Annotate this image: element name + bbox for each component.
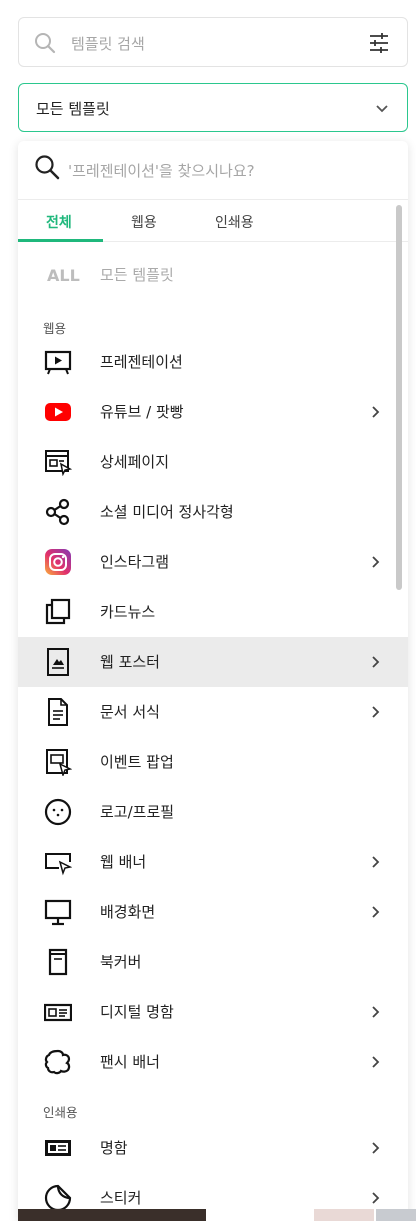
category-item-book-cover[interactable]: 북커버	[18, 937, 408, 987]
category-item-social-square[interactable]: 소셜 미디어 정사각형	[18, 487, 408, 537]
category-dropdown-panel: '프레젠테이션'을 찾으시나요? 전체 웹용 인쇄용 ALL 모든 템플릿 웹용…	[18, 141, 408, 1221]
tab-web[interactable]: 웹용	[131, 212, 157, 232]
tab-print[interactable]: 인쇄용	[215, 212, 254, 232]
chevron-right-icon	[372, 1006, 380, 1018]
panel-search-input[interactable]: '프레젠테이션'을 찾으시나요?	[68, 160, 255, 181]
digital-card-icon	[44, 1003, 72, 1022]
tab-all[interactable]: 전체	[46, 212, 72, 232]
category-label: 디지털 명함	[100, 1003, 174, 1021]
select-value: 모든 템플릿	[36, 100, 110, 118]
fancy-banner-icon	[44, 1049, 71, 1075]
template-category-select[interactable]: 모든 템플릿	[18, 83, 408, 132]
section-label-web: 웹용	[43, 321, 67, 336]
category-label: 유튜브 / 팟빵	[100, 403, 184, 421]
all-templates-item[interactable]: ALL 모든 템플릿	[18, 257, 408, 293]
category-label: 배경화면	[100, 903, 156, 921]
template-search-bar[interactable]: 템플릿 검색	[18, 17, 408, 67]
presentation-icon	[44, 350, 72, 375]
business-card-icon	[45, 1140, 71, 1156]
chevron-right-icon	[372, 406, 380, 418]
popup-icon	[46, 749, 72, 776]
template-thumbnail[interactable]	[18, 1209, 206, 1221]
category-item-logo-profile[interactable]: 로고/프로필	[18, 787, 408, 837]
category-item-digital-card[interactable]: 디지털 명함	[18, 987, 408, 1037]
chevron-right-icon	[372, 1192, 380, 1204]
detail-page-icon	[45, 450, 72, 476]
category-label: 이벤트 팝업	[100, 753, 174, 771]
document-icon	[48, 698, 68, 726]
template-search-input[interactable]: 템플릿 검색	[71, 33, 145, 54]
category-label: 프레젠테이션	[100, 353, 183, 371]
web-category-list: 프레젠테이션 유튜브 / 팟빵 상세페이지 소셜 미디어 정사각형 인스타그램 …	[18, 337, 408, 1087]
chevron-right-icon	[372, 906, 380, 918]
poster-icon	[47, 648, 69, 676]
chevron-right-icon	[372, 1142, 380, 1154]
all-badge: ALL	[47, 266, 80, 285]
category-label: 상세페이지	[100, 453, 170, 471]
search-icon	[35, 155, 60, 180]
category-item-document[interactable]: 문서 서식	[18, 687, 408, 737]
filter-sliders-icon[interactable]	[368, 32, 390, 54]
chevron-right-icon	[372, 706, 380, 718]
category-item-detail-page[interactable]: 상세페이지	[18, 437, 408, 487]
print-category-list: 명함 스티커	[18, 1123, 408, 1221]
chevron-down-icon	[376, 105, 388, 113]
category-item-youtube[interactable]: 유튜브 / 팟빵	[18, 387, 408, 437]
youtube-icon	[45, 403, 71, 421]
category-item-card-news[interactable]: 카드뉴스	[18, 587, 408, 637]
instagram-icon	[45, 549, 71, 575]
category-item-wallpaper[interactable]: 배경화면	[18, 887, 408, 937]
category-item-event-popup[interactable]: 이벤트 팝업	[18, 737, 408, 787]
chevron-right-icon	[372, 856, 380, 868]
active-tab-indicator	[18, 239, 103, 242]
web-banner-icon	[45, 853, 72, 876]
share-icon	[45, 498, 70, 526]
chevron-right-icon	[372, 1056, 380, 1068]
card-news-icon	[45, 598, 71, 625]
category-label: 소셜 미디어 정사각형	[100, 503, 234, 521]
panel-search[interactable]: '프레젠테이션'을 찾으시나요?	[18, 141, 408, 199]
category-label: 문서 서식	[100, 703, 160, 721]
all-templates-label: 모든 템플릿	[100, 266, 174, 284]
category-tabs: 전체 웹용 인쇄용	[18, 199, 408, 242]
category-item-business-card[interactable]: 명함	[18, 1123, 408, 1173]
book-cover-icon	[48, 948, 68, 976]
category-label: 북커버	[100, 953, 142, 971]
logo-profile-icon	[44, 798, 72, 826]
sticker-icon	[44, 1184, 72, 1212]
category-label: 명함	[100, 1139, 128, 1157]
category-label: 로고/프로필	[100, 803, 175, 821]
category-label: 웹 포스터	[100, 653, 160, 671]
template-thumbnail[interactable]	[314, 1209, 374, 1221]
category-label: 스티커	[100, 1189, 142, 1207]
monitor-icon	[44, 899, 72, 926]
category-label: 웹 배너	[100, 853, 147, 871]
category-item-web-poster[interactable]: 웹 포스터	[18, 637, 408, 687]
category-label: 팬시 배너	[100, 1053, 160, 1071]
category-item-fancy-banner[interactable]: 팬시 배너	[18, 1037, 408, 1087]
category-item-instagram[interactable]: 인스타그램	[18, 537, 408, 587]
category-item-web-banner[interactable]: 웹 배너	[18, 837, 408, 887]
chevron-right-icon	[372, 556, 380, 568]
category-label: 카드뉴스	[100, 603, 156, 621]
category-item-presentation[interactable]: 프레젠테이션	[18, 337, 408, 387]
template-thumbnail[interactable]	[376, 1209, 416, 1221]
section-label-print: 인쇄용	[43, 1105, 78, 1120]
search-icon	[35, 33, 56, 54]
category-label: 인스타그램	[100, 553, 170, 571]
chevron-right-icon	[372, 656, 380, 668]
